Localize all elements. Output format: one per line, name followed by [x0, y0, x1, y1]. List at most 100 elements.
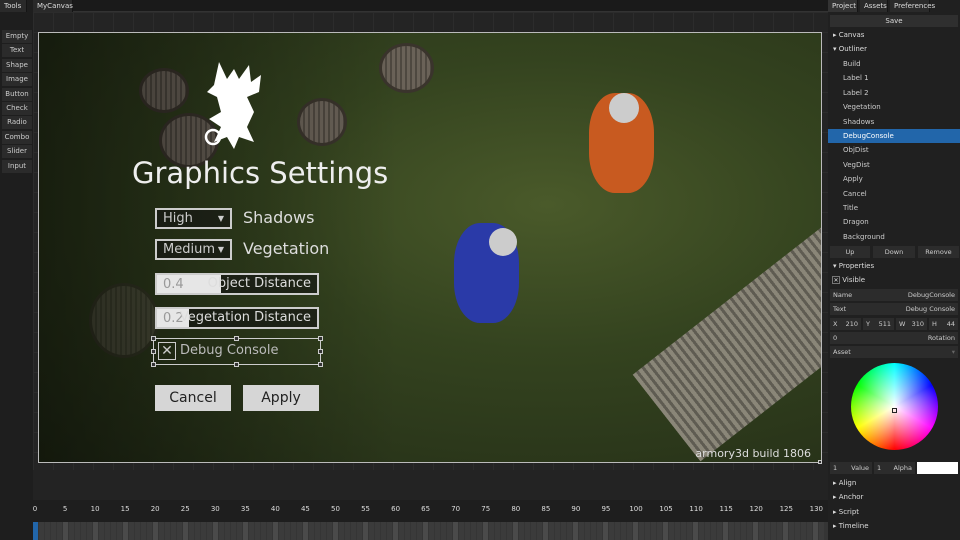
frame-cell[interactable]	[705, 522, 710, 540]
remove-button[interactable]: Remove	[918, 246, 959, 258]
tool-radio[interactable]: Radio	[2, 116, 32, 130]
tool-input[interactable]: Input	[2, 159, 32, 173]
frame-cell[interactable]	[711, 522, 716, 540]
frame-cell[interactable]	[429, 522, 434, 540]
frame-cell[interactable]	[807, 522, 812, 540]
w-field[interactable]: W 310	[896, 318, 927, 330]
frame-cell[interactable]	[111, 522, 116, 540]
frame-cell[interactable]	[483, 522, 488, 540]
outliner-item[interactable]: VegDist	[828, 158, 960, 172]
frame-cell[interactable]	[267, 522, 272, 540]
frame-cell[interactable]	[333, 522, 338, 540]
frame-cell[interactable]	[465, 522, 470, 540]
frame-cell[interactable]	[819, 522, 824, 540]
frame-cell[interactable]	[399, 522, 404, 540]
resize-handle[interactable]	[151, 362, 156, 367]
frame-cell[interactable]	[759, 522, 764, 540]
frame-cell[interactable]	[219, 522, 224, 540]
outliner-section[interactable]: ▾ Outliner	[828, 42, 960, 56]
frame-cell[interactable]	[243, 522, 248, 540]
frame-cell[interactable]	[405, 522, 410, 540]
outliner-item[interactable]: Title	[828, 201, 960, 215]
frame-cell[interactable]	[153, 522, 158, 540]
frame-cell[interactable]	[699, 522, 704, 540]
frame-cell[interactable]	[489, 522, 494, 540]
frame-cell[interactable]	[363, 522, 368, 540]
frame-cell[interactable]	[327, 522, 332, 540]
frame-cell[interactable]	[591, 522, 596, 540]
frame-cell[interactable]	[513, 522, 518, 540]
outliner-item[interactable]: ObjDist	[828, 143, 960, 157]
frame-cell[interactable]	[609, 522, 614, 540]
frame-cell[interactable]	[141, 522, 146, 540]
frame-cell[interactable]	[525, 522, 530, 540]
frame-cell[interactable]	[651, 522, 656, 540]
tool-button[interactable]: Button	[2, 87, 32, 101]
frame-cell[interactable]	[453, 522, 458, 540]
frame-cell[interactable]	[279, 522, 284, 540]
frame-cell[interactable]	[639, 522, 644, 540]
frame-cell[interactable]	[93, 522, 98, 540]
outliner-item[interactable]: Apply	[828, 172, 960, 186]
outliner-item[interactable]: Dragon	[828, 215, 960, 229]
frame-cell[interactable]	[57, 522, 62, 540]
frame-cell[interactable]	[549, 522, 554, 540]
tool-text[interactable]: Text	[2, 44, 32, 58]
frame-cell[interactable]	[189, 522, 194, 540]
frame-cell[interactable]	[657, 522, 662, 540]
frame-cell[interactable]	[135, 522, 140, 540]
tab-assets[interactable]: Assets	[860, 0, 888, 12]
cancel-button[interactable]: Cancel	[155, 385, 231, 411]
frame-cell[interactable]	[627, 522, 632, 540]
frame-cell[interactable]	[81, 522, 86, 540]
frame-cell[interactable]	[87, 522, 92, 540]
object-distance-slider[interactable]: 0.4 Object Distance	[155, 273, 319, 295]
frame-cell[interactable]	[663, 522, 668, 540]
vegetation-distance-slider[interactable]: 0.2 Vegetation Distance	[155, 307, 319, 329]
frame-cell[interactable]	[393, 522, 398, 540]
outliner-item[interactable]: DebugConsole	[828, 129, 960, 143]
name-field[interactable]: Name DebugConsole	[830, 289, 958, 301]
tool-combo[interactable]: Combo	[2, 130, 32, 144]
frame-cell[interactable]	[771, 522, 776, 540]
frame-cell[interactable]	[297, 522, 302, 540]
section-align[interactable]: ▸ Align	[828, 476, 960, 490]
frame-cell[interactable]	[285, 522, 290, 540]
frame-cell[interactable]	[321, 522, 326, 540]
tab-mycanvas[interactable]: MyCanvas	[33, 0, 73, 12]
frame-cell[interactable]	[309, 522, 314, 540]
resize-handle[interactable]	[318, 349, 323, 354]
frame-cell[interactable]	[645, 522, 650, 540]
frame-cell[interactable]	[183, 522, 188, 540]
x-field[interactable]: X 210	[830, 318, 861, 330]
frame-cell[interactable]	[813, 522, 818, 540]
down-button[interactable]: Down	[873, 246, 915, 258]
color-picker-handle[interactable]	[892, 408, 897, 413]
tool-shape[interactable]: Shape	[2, 58, 32, 72]
frame-cell[interactable]	[753, 522, 758, 540]
frame-cell[interactable]	[531, 522, 536, 540]
frame-cell[interactable]	[597, 522, 602, 540]
frame-cell[interactable]	[573, 522, 578, 540]
resize-handle[interactable]	[151, 349, 156, 354]
frame-cell[interactable]	[477, 522, 482, 540]
frame-cell[interactable]	[615, 522, 620, 540]
outliner-item[interactable]: Label 2	[828, 86, 960, 100]
save-button[interactable]: Save	[830, 15, 958, 27]
properties-section[interactable]: ▾ Properties	[828, 259, 960, 273]
frame-cell[interactable]	[795, 522, 800, 540]
outliner-item[interactable]: Vegetation	[828, 100, 960, 114]
rotation-field[interactable]: 0 Rotation	[830, 332, 958, 344]
frame-cell[interactable]	[303, 522, 308, 540]
frame-cell[interactable]	[51, 522, 56, 540]
frame-cell[interactable]	[555, 522, 560, 540]
frame-cell[interactable]	[411, 522, 416, 540]
vegetation-combo[interactable]: Medium ▼	[155, 239, 232, 260]
h-field[interactable]: H 44	[929, 318, 958, 330]
frame-cell[interactable]	[441, 522, 446, 540]
frame-cell[interactable]	[765, 522, 770, 540]
frame-cell[interactable]	[693, 522, 698, 540]
tool-check[interactable]: Check	[2, 102, 32, 115]
resize-handle[interactable]	[318, 336, 323, 341]
frame-cell[interactable]	[579, 522, 584, 540]
